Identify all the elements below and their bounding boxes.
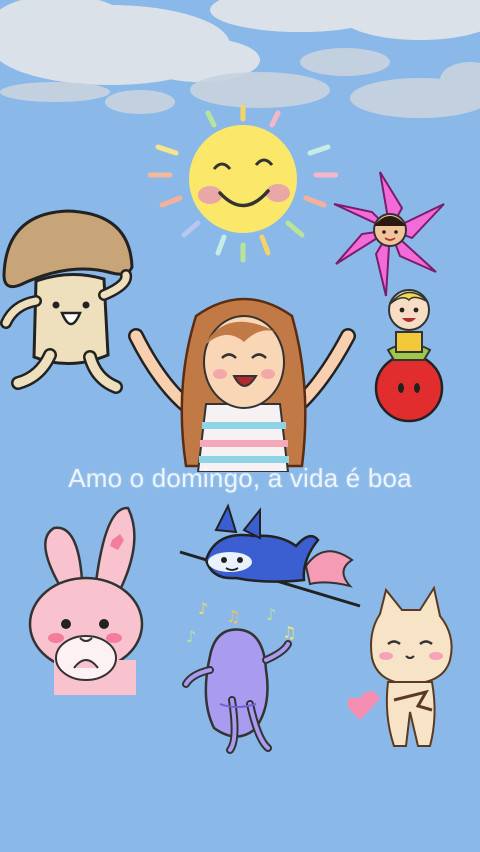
video-frame: ♪ ♫ ♪ ♫ ♪ Amo o domingo, a vida é boa [0,0,480,852]
svg-text:♪: ♪ [266,605,276,624]
music-note-icon: ♪ [198,600,208,618]
cat-sticker [179,503,361,608]
kitty-sticker [348,586,453,747]
flower-sticker [333,171,445,297]
sun-sticker [148,105,338,263]
boy-on-ball-sticker [374,289,444,423]
svg-text:♪: ♪ [186,627,196,646]
mushroom-sticker [0,209,134,394]
svg-text:♫: ♫ [226,607,240,626]
purple-blob-sticker: ♪ ♫ ♪ ♫ ♪ [182,600,296,754]
video-caption: Amo o domingo, a vida é boa [68,463,412,493]
girl-sticker [128,297,356,472]
heart-icon [348,691,380,720]
svg-text:♫: ♫ [282,623,296,642]
bunny-sticker [28,506,144,695]
